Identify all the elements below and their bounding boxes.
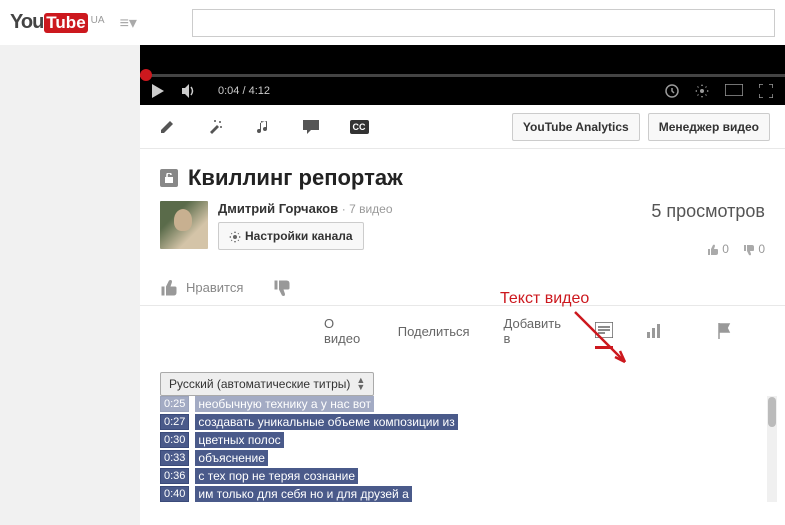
like-button[interactable] <box>160 279 178 297</box>
transcript-timestamp: 0:33 <box>160 450 189 466</box>
dislikes-count: 0 <box>743 242 765 256</box>
tab-flag[interactable] <box>717 323 731 347</box>
transcript-scrollbar[interactable] <box>767 396 777 502</box>
captions-icon[interactable]: CC <box>347 115 371 139</box>
channel-avatar[interactable] <box>160 201 208 249</box>
transcript-line[interactable]: 0:25 необычную технику а у нас вот <box>160 396 765 412</box>
transcript-list: 0:25 необычную технику а у нас вот 0:27 соз… <box>160 396 765 502</box>
select-arrows-icon: ▲▼ <box>356 377 365 391</box>
annotations-icon[interactable] <box>299 115 323 139</box>
transcript-text: с тех пор не теряя сознание <box>195 468 358 484</box>
like-label: Нравится <box>186 280 243 295</box>
guide-toggle-icon[interactable]: ≡▾ <box>120 13 137 33</box>
search-input[interactable] <box>192 9 775 37</box>
transcript-line[interactable]: 0:30 цветных полос <box>160 432 765 448</box>
transcript-line[interactable]: 0:33 объяснение <box>160 450 765 466</box>
fullscreen-icon[interactable] <box>759 84 773 98</box>
analytics-button[interactable]: YouTube Analytics <box>512 113 640 141</box>
youtube-logo[interactable]: You Tube UA <box>10 11 105 34</box>
transcript-line[interactable]: 0:40 им только для себя но и для друзей а <box>160 486 765 502</box>
channel-video-count: · 7 видео <box>342 202 393 216</box>
video-manager-button[interactable]: Менеджер видео <box>648 113 770 141</box>
transcript-timestamp: 0:36 <box>160 468 189 484</box>
annotation-label: Текст видео <box>500 290 589 308</box>
edit-icon[interactable] <box>155 115 179 139</box>
transcript-text: им только для себя но и для друзей а <box>195 486 411 502</box>
transcript-timestamp: 0:25 <box>160 396 189 412</box>
transcript-timestamp: 0:30 <box>160 432 189 448</box>
channel-name[interactable]: Дмитрий Горчаков <box>218 201 338 216</box>
player-time: 0:04 / 4:12 <box>218 85 270 97</box>
transcript-text: создавать уникальные объеме композиции и… <box>195 414 457 430</box>
video-title: Квиллинг репортаж <box>188 165 403 191</box>
video-player[interactable]: 0:04 / 4:12 <box>140 45 785 105</box>
tab-share[interactable]: Поделиться <box>398 324 470 347</box>
dislike-button[interactable] <box>273 279 291 297</box>
transcript-text: необычную технику а у нас вот <box>195 396 374 412</box>
left-sidebar <box>0 45 140 525</box>
annotation-arrow <box>570 307 650 377</box>
privacy-unlisted-icon <box>160 169 178 187</box>
volume-icon[interactable] <box>182 84 200 98</box>
likes-count: 0 <box>707 242 729 256</box>
logo-text-tube: Tube <box>44 13 87 33</box>
enhance-icon[interactable] <box>203 115 227 139</box>
tab-add-to[interactable]: Добавить в <box>504 316 561 354</box>
tab-about[interactable]: О видео <box>324 316 364 354</box>
logo-text-you: You <box>10 11 43 34</box>
settings-icon[interactable] <box>695 84 709 98</box>
channel-settings-button[interactable]: Настройки канала <box>218 222 364 250</box>
transcript-text: объяснение <box>195 450 267 466</box>
transcript-text: цветных полос <box>195 432 283 448</box>
play-icon[interactable] <box>152 84 164 98</box>
view-count: 5 просмотров <box>651 201 765 222</box>
theater-mode-icon[interactable] <box>725 84 743 98</box>
transcript-timestamp: 0:40 <box>160 486 189 502</box>
transcript-line[interactable]: 0:27 создавать уникальные объеме композиц… <box>160 414 765 430</box>
locale-badge: UA <box>91 15 105 26</box>
transcript-language-select[interactable]: Русский (автоматические титры) ▲▼ <box>160 372 374 396</box>
audio-icon[interactable] <box>251 115 275 139</box>
transcript-line[interactable]: 0:36 с тех пор не теряя сознание <box>160 468 765 484</box>
transcript-timestamp: 0:27 <box>160 414 189 430</box>
watch-later-icon[interactable] <box>665 84 679 98</box>
